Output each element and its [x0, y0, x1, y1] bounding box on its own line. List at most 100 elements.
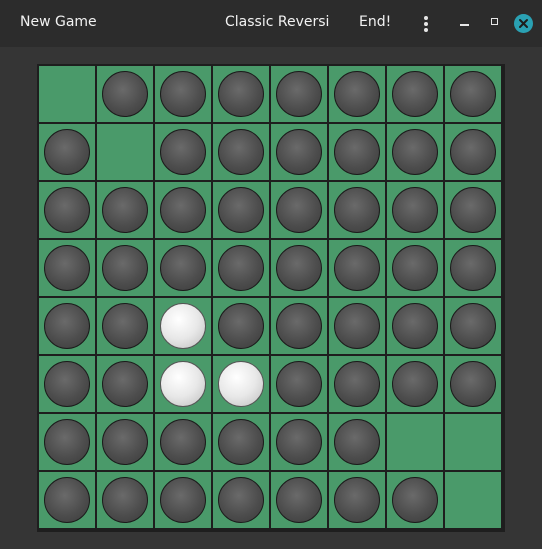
board-cell[interactable]	[329, 414, 385, 470]
black-disc	[450, 245, 496, 291]
board-cell[interactable]	[39, 356, 95, 412]
board-cell[interactable]	[155, 66, 211, 122]
board-cell[interactable]	[271, 66, 327, 122]
board-cell[interactable]	[39, 124, 95, 180]
black-disc	[392, 187, 438, 233]
board-cell[interactable]	[39, 66, 95, 122]
white-disc	[218, 361, 264, 407]
black-disc	[160, 245, 206, 291]
black-disc	[450, 129, 496, 175]
black-disc	[218, 71, 264, 117]
board-cell[interactable]	[387, 414, 443, 470]
board-cell[interactable]	[271, 240, 327, 296]
board-cell[interactable]	[213, 356, 269, 412]
board-cell[interactable]	[271, 124, 327, 180]
board-cell[interactable]	[329, 472, 385, 528]
black-disc	[102, 419, 148, 465]
board-cell[interactable]	[387, 124, 443, 180]
black-disc	[102, 245, 148, 291]
window-title: Classic Reversi	[225, 14, 330, 30]
black-disc	[334, 187, 380, 233]
black-disc	[334, 245, 380, 291]
board-cell[interactable]	[387, 182, 443, 238]
board-cell[interactable]	[445, 472, 501, 528]
black-disc	[334, 71, 380, 117]
board-cell[interactable]	[445, 298, 501, 354]
board-cell[interactable]	[39, 414, 95, 470]
black-disc	[392, 361, 438, 407]
board-cell[interactable]	[155, 124, 211, 180]
black-disc	[44, 303, 90, 349]
board-cell[interactable]	[271, 414, 327, 470]
minimize-icon[interactable]	[460, 24, 469, 26]
new-game-button[interactable]: New Game	[20, 14, 97, 30]
black-disc	[392, 303, 438, 349]
black-disc	[276, 477, 322, 523]
board-cell[interactable]	[329, 298, 385, 354]
black-disc	[44, 361, 90, 407]
board-cell[interactable]	[213, 182, 269, 238]
board-cell[interactable]	[329, 124, 385, 180]
board-cell[interactable]	[271, 298, 327, 354]
board-cell[interactable]	[97, 356, 153, 412]
board-cell[interactable]	[155, 298, 211, 354]
black-disc	[44, 129, 90, 175]
black-disc	[218, 419, 264, 465]
board-cell[interactable]	[213, 240, 269, 296]
board-cell[interactable]	[39, 182, 95, 238]
board-cell[interactable]	[97, 472, 153, 528]
board-cell[interactable]	[213, 124, 269, 180]
board-cell[interactable]	[445, 182, 501, 238]
black-disc	[334, 303, 380, 349]
black-disc	[102, 303, 148, 349]
header-bar: New Game Classic Reversi End!	[0, 0, 542, 47]
board-cell[interactable]	[213, 414, 269, 470]
board-cell[interactable]	[97, 414, 153, 470]
end-button[interactable]: End!	[359, 14, 391, 30]
board-cell[interactable]	[387, 356, 443, 412]
black-disc	[160, 419, 206, 465]
board-cell[interactable]	[97, 124, 153, 180]
board-cell[interactable]	[329, 240, 385, 296]
board-cell[interactable]	[445, 66, 501, 122]
board-cell[interactable]	[97, 240, 153, 296]
board-cell[interactable]	[329, 66, 385, 122]
board-cell[interactable]	[213, 66, 269, 122]
board-cell[interactable]	[329, 356, 385, 412]
black-disc	[276, 71, 322, 117]
board-cell[interactable]	[445, 240, 501, 296]
vertical-dots-icon[interactable]	[421, 14, 431, 34]
maximize-icon[interactable]	[491, 18, 498, 25]
black-disc	[392, 129, 438, 175]
board-cell[interactable]	[213, 472, 269, 528]
board-cell[interactable]	[445, 414, 501, 470]
board-cell[interactable]	[445, 124, 501, 180]
board-cell[interactable]	[155, 472, 211, 528]
board-cell[interactable]	[97, 182, 153, 238]
board-cell[interactable]	[155, 414, 211, 470]
board-cell[interactable]	[213, 298, 269, 354]
board-cell[interactable]	[155, 240, 211, 296]
close-icon[interactable]	[514, 14, 533, 33]
black-disc	[334, 361, 380, 407]
board-cell[interactable]	[39, 472, 95, 528]
board-cell[interactable]	[271, 356, 327, 412]
board-cell[interactable]	[155, 182, 211, 238]
board-cell[interactable]	[445, 356, 501, 412]
black-disc	[450, 71, 496, 117]
white-disc	[160, 361, 206, 407]
board-cell[interactable]	[387, 240, 443, 296]
black-disc	[334, 477, 380, 523]
board-cell[interactable]	[97, 298, 153, 354]
board-cell[interactable]	[329, 182, 385, 238]
board-cell[interactable]	[39, 298, 95, 354]
board-cell[interactable]	[97, 66, 153, 122]
board-cell[interactable]	[271, 472, 327, 528]
board-cell[interactable]	[271, 182, 327, 238]
board-cell[interactable]	[387, 66, 443, 122]
board-cell[interactable]	[155, 356, 211, 412]
board-cell[interactable]	[387, 472, 443, 528]
black-disc	[218, 303, 264, 349]
board-cell[interactable]	[39, 240, 95, 296]
board-cell[interactable]	[387, 298, 443, 354]
